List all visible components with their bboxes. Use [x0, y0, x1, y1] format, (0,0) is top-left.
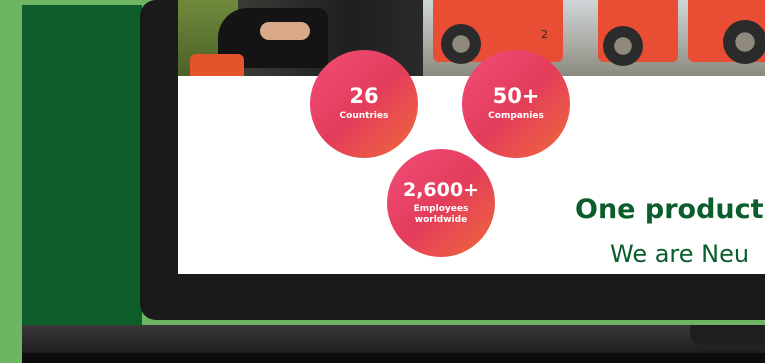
subheadline: We are Neu [610, 240, 750, 268]
laptop-base-edge [22, 353, 765, 363]
stat-countries-bubble: 26 Countries [310, 50, 418, 158]
screenshot-stage: 2 26 Countries 50+ Companies 2,600+ Empl… [0, 0, 765, 363]
stat-employees-label: Employees worldwide [413, 204, 469, 225]
green-side-panel [22, 5, 142, 327]
stat-countries-label: Countries [339, 111, 389, 122]
laptop-notch [690, 325, 765, 345]
stat-companies-label: Companies [488, 111, 544, 122]
stat-employees-value: 2,600+ [402, 179, 480, 202]
truck-number: 2 [541, 28, 548, 41]
stat-countries-value: 26 [349, 84, 379, 109]
stat-employees-bubble: 2,600+ Employees worldwide [387, 149, 495, 257]
stat-companies-value: 50+ [492, 84, 540, 109]
stat-companies-bubble: 50+ Companies [462, 50, 570, 158]
background-strip [0, 325, 22, 363]
laptop-screen: 2 26 Countries 50+ Companies 2,600+ Empl… [178, 0, 765, 274]
wheel-graphic [603, 26, 643, 66]
wheel-graphic [441, 24, 481, 64]
trucks-photo: 2 [423, 0, 765, 76]
wheel-graphic [723, 20, 765, 64]
cup-graphic [190, 54, 244, 76]
hand-graphic [260, 22, 310, 40]
headline: One product [575, 194, 764, 225]
